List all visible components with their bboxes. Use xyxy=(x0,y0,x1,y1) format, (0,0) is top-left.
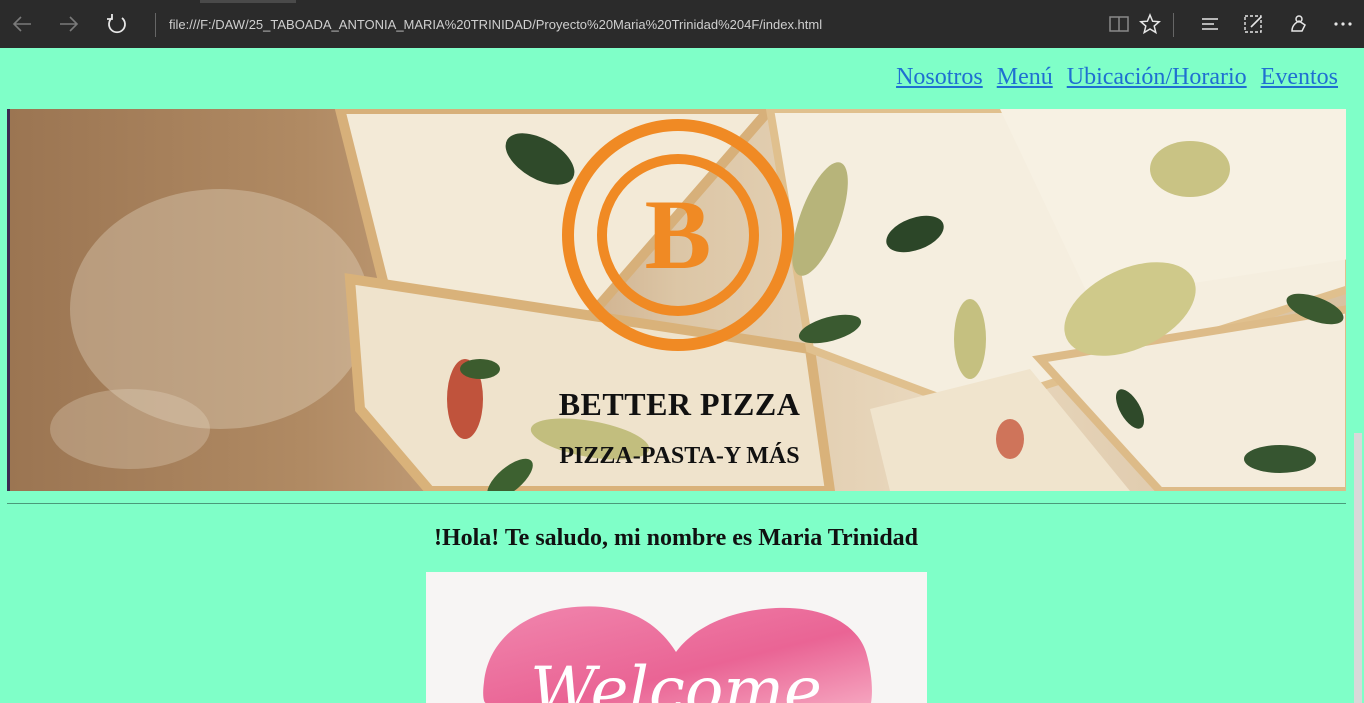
hero-banner: B BETTER PIZZA PIZZA-PASTA-Y MÁS xyxy=(7,109,1346,491)
welcome-script-text: Welcome xyxy=(530,654,822,703)
toolbar-separator xyxy=(1173,13,1174,37)
better-pizza-logo: B xyxy=(562,119,794,351)
nav-link-menu[interactable]: Menú xyxy=(997,64,1053,91)
back-button[interactable] xyxy=(8,10,36,38)
forward-icon xyxy=(60,16,79,32)
share-icon xyxy=(1291,15,1306,32)
welcome-image: Welcome xyxy=(426,572,927,703)
logo-letter: B xyxy=(645,179,712,290)
watercolor-heart: Welcome xyxy=(483,606,872,703)
back-icon xyxy=(12,16,31,32)
address-separator xyxy=(155,13,156,37)
nav-link-ubicacion-horario[interactable]: Ubicación/Horario xyxy=(1067,64,1247,91)
hero-title: BETTER PIZZA xyxy=(558,386,801,422)
hub-icon xyxy=(1202,18,1218,30)
favorite-button[interactable] xyxy=(1136,10,1164,38)
refresh-button[interactable] xyxy=(103,10,131,38)
main-navigation: Nosotros Menú Ubicación/Horario Eventos xyxy=(896,64,1338,91)
web-note-button[interactable] xyxy=(1240,10,1268,38)
favorite-star-icon xyxy=(1139,13,1161,35)
reading-view-icon xyxy=(1109,16,1129,32)
more-icon xyxy=(1334,22,1352,26)
address-bar[interactable]: file:///F:/DAW/25_TABOADA_ANTONIA_MARIA%… xyxy=(169,17,822,32)
share-button[interactable] xyxy=(1285,10,1313,38)
greeting-heading: !Hola! Te saludo, mi nombre es Maria Tri… xyxy=(433,525,919,551)
active-tab-indicator xyxy=(200,0,296,3)
divider xyxy=(7,503,1346,504)
browser-toolbar: file:///F:/DAW/25_TABOADA_ANTONIA_MARIA%… xyxy=(0,0,1364,48)
page-scrollbar-thumb[interactable] xyxy=(1354,433,1362,703)
hero-subtitle: PIZZA-PASTA-Y MÁS xyxy=(559,443,800,469)
nav-link-eventos[interactable]: Eventos xyxy=(1261,64,1338,91)
more-button[interactable] xyxy=(1329,10,1357,38)
hub-button[interactable] xyxy=(1196,10,1224,38)
nav-link-nosotros[interactable]: Nosotros xyxy=(896,64,983,91)
web-note-icon xyxy=(1244,15,1262,33)
refresh-icon xyxy=(107,14,126,34)
reading-view-button[interactable] xyxy=(1105,10,1133,38)
forward-button[interactable] xyxy=(55,10,83,38)
